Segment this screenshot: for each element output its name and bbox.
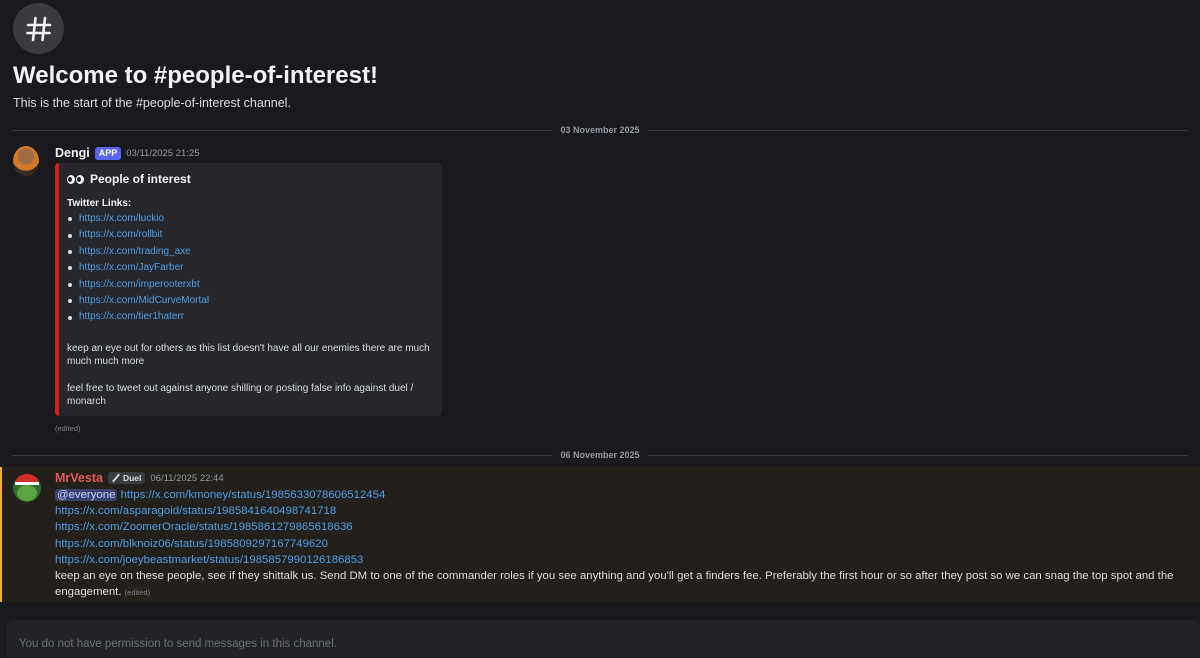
everyone-mention[interactable]: @everyone: [55, 489, 118, 501]
embed-title: People of interest: [67, 172, 430, 186]
welcome-subtitle: This is the start of the #people-of-inte…: [13, 96, 291, 110]
status-link[interactable]: https://x.com/joeybeastmarket/status/198…: [55, 554, 363, 566]
message-input[interactable]: You do not have permission to send messa…: [7, 620, 1200, 658]
welcome-title: Welcome to #people-of-interest!: [13, 62, 378, 89]
list-item: https://x.com/trading_axe: [67, 244, 430, 260]
app-badge: APP: [94, 146, 122, 160]
edited-label: (edited): [55, 424, 81, 433]
embed-title-text: People of interest: [90, 172, 191, 186]
status-link[interactable]: https://x.com/blknoiz06/status/198580929…: [55, 538, 328, 550]
date-divider-label: 03 November 2025: [560, 125, 640, 135]
twitter-link[interactable]: https://x.com/MidCurveMortal: [79, 293, 209, 309]
list-item: https://x.com/tier1haterr: [67, 309, 430, 325]
timestamp: 06/11/2025 22:44: [150, 472, 224, 484]
embed-text: feel free to tweet out against anyone sh…: [67, 382, 414, 408]
username[interactable]: Dengi: [55, 146, 90, 160]
embed-link-list: https://x.com/luckio https://x.com/rollb…: [67, 211, 430, 326]
embed-field-name: Twitter Links:: [67, 198, 132, 209]
timestamp: 03/11/2025 21:25: [126, 147, 200, 159]
twitter-link[interactable]: https://x.com/tier1haterr: [79, 309, 184, 325]
twitter-link[interactable]: https://x.com/rollbit: [79, 227, 162, 243]
date-divider: 03 November 2025: [12, 123, 1188, 137]
twitter-link[interactable]: https://x.com/luckio: [79, 211, 164, 227]
no-permission-text: You do not have permission to send messa…: [19, 638, 337, 650]
message-content: @everyone https://x.com/kmoney/status/19…: [55, 487, 1185, 601]
message-header: Dengi APP 03/11/2025 21:25: [55, 146, 200, 160]
eyes-icon: [67, 174, 84, 184]
status-link[interactable]: https://x.com/kmoney/status/198563307860…: [121, 489, 386, 501]
twitter-link[interactable]: https://x.com/imperooterxbt: [79, 277, 200, 293]
twitter-link[interactable]: https://x.com/JayFarber: [79, 260, 183, 276]
username[interactable]: MrVesta: [55, 471, 103, 485]
embed-card: People of interest Twitter Links: https:…: [55, 163, 442, 416]
status-link[interactable]: https://x.com/ZoomerOracle/status/198586…: [55, 521, 353, 533]
embed-text: keep an eye out for others as this list …: [67, 342, 430, 368]
sword-icon: [112, 474, 120, 482]
date-divider: 06 November 2025: [12, 448, 1188, 462]
channel-hash-icon: [13, 3, 64, 54]
avatar[interactable]: [13, 474, 41, 502]
guild-tag[interactable]: Duel: [107, 472, 146, 484]
list-item: https://x.com/imperooterxbt: [67, 277, 430, 293]
edited-label: (edited): [124, 588, 151, 598]
message-header: MrVesta Duel 06/11/2025 22:44: [55, 471, 224, 485]
list-item: https://x.com/JayFarber: [67, 260, 430, 276]
guild-tag-label: Duel: [122, 473, 142, 483]
list-item: https://x.com/rollbit: [67, 227, 430, 243]
status-link[interactable]: https://x.com/asparagoid/status/19858416…: [55, 505, 336, 517]
date-divider-label: 06 November 2025: [560, 450, 640, 460]
message-text: keep an eye on these people, see if they…: [55, 570, 1174, 599]
list-item: https://x.com/MidCurveMortal: [67, 293, 430, 309]
twitter-link[interactable]: https://x.com/trading_axe: [79, 244, 191, 260]
avatar[interactable]: [13, 146, 39, 176]
list-item: https://x.com/luckio: [67, 211, 430, 227]
